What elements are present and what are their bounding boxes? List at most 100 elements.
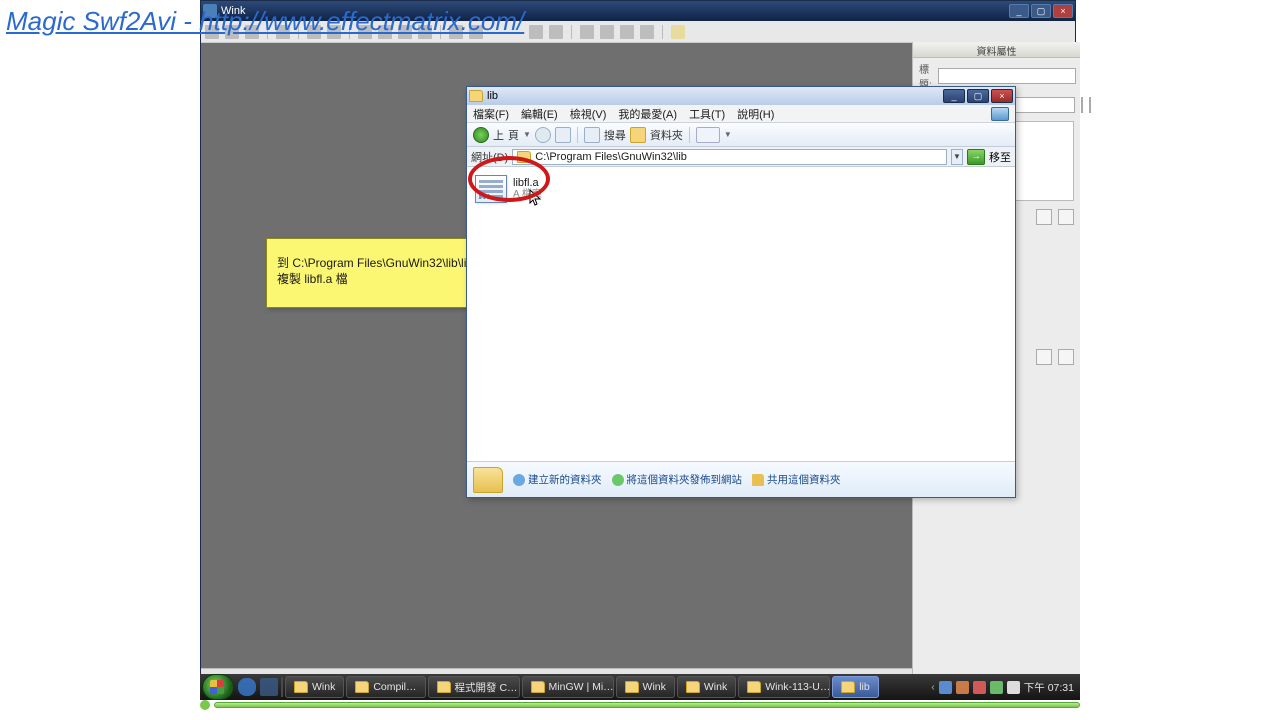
nav-up-button[interactable] (555, 127, 571, 143)
taskbar-item-label: Wink-113-U… (765, 681, 830, 693)
explorer-close-button[interactable]: × (991, 89, 1013, 103)
explorer-addressbar: 網址(D) C:\Program Files\GnuWin32\lib ▼ → … (467, 147, 1015, 167)
task-folder-icon (841, 681, 855, 693)
taskbar-item[interactable]: Wink (616, 676, 675, 698)
tray-icon-4[interactable] (990, 681, 1003, 694)
nav-folders-label: 資料夾 (650, 127, 683, 143)
address-label: 網址(D) (471, 149, 508, 165)
nav-back-button[interactable] (473, 127, 489, 143)
prop-tool-c-icon[interactable] (1036, 349, 1052, 365)
properties-header: 資料屬性 (913, 42, 1080, 58)
taskbar-item-label: Compil… (373, 681, 416, 693)
explorer-maximize-button[interactable]: ▢ (967, 89, 989, 103)
menu-view[interactable]: 檢視(V) (570, 106, 607, 122)
explorer-menubar: 檔案(F) 編輯(E) 檢視(V) 我的最愛(A) 工具(T) 說明(H) (467, 105, 1015, 123)
tasks-folder-icon (473, 467, 503, 493)
task-icon-2 (612, 474, 624, 486)
nav-back-label2: 頁 (508, 127, 519, 143)
prop-tool-b-icon[interactable] (1058, 209, 1074, 225)
taskbar-item[interactable]: Wink (677, 676, 736, 698)
tray-chevron-icon[interactable]: ‹ (931, 681, 935, 693)
task-folder-icon (437, 681, 451, 693)
folders-icon[interactable] (630, 127, 646, 143)
address-dropdown-button[interactable]: ▼ (951, 149, 963, 165)
wink-close-button[interactable]: × (1053, 4, 1073, 18)
task-share[interactable]: 共用這個資料夾 (752, 472, 841, 487)
tool-frame-icon[interactable] (580, 25, 594, 39)
taskbar-item-label: 程式開發 C… (455, 680, 518, 695)
explorer-title-text: lib (487, 90, 498, 102)
nav-forward-button[interactable] (535, 127, 551, 143)
quicklaunch-ie-icon[interactable] (238, 678, 256, 696)
tray-clock: 下午 07:31 (1024, 680, 1074, 695)
file-label: libfl.a A 檔案 (513, 177, 542, 201)
prop-btn-1-icon[interactable] (1081, 97, 1083, 113)
tool-arrow-icon[interactable] (640, 25, 654, 39)
wink-maximize-button[interactable]: ▢ (1031, 4, 1051, 18)
tool-next-icon[interactable] (549, 25, 563, 39)
menu-help[interactable]: 說明(H) (737, 106, 774, 122)
watermark-text: Magic Swf2Avi - http://www.effectmatrix.… (6, 6, 524, 37)
tray-icon-5[interactable] (1007, 681, 1020, 694)
address-field[interactable]: C:\Program Files\GnuWin32\lib (512, 149, 947, 165)
task-icon-1 (513, 474, 525, 486)
task-publish[interactable]: 將這個資料夾發佈到網站 (612, 472, 743, 487)
views-button[interactable] (696, 127, 720, 143)
tool-help-icon[interactable] (671, 25, 685, 39)
player-seekbar[interactable] (200, 700, 1080, 710)
taskbar-item[interactable]: Wink (285, 676, 344, 698)
search-icon[interactable] (584, 127, 600, 143)
start-button[interactable] (202, 674, 234, 700)
task-folder-icon (686, 681, 700, 693)
taskbar-item[interactable]: Compil… (346, 676, 425, 698)
task-folder-icon (531, 681, 545, 693)
address-folder-icon (517, 151, 531, 163)
system-tray: ‹ 下午 07:31 (925, 680, 1080, 695)
go-button[interactable]: → (967, 149, 985, 165)
file-icon (475, 175, 507, 203)
task-folder-icon (355, 681, 369, 693)
prop-tool-a-icon[interactable] (1036, 209, 1052, 225)
tool-text-icon[interactable] (600, 25, 614, 39)
explorer-titlebar[interactable]: lib _ ▢ × (467, 87, 1015, 105)
tray-icon-2[interactable] (956, 681, 969, 694)
menu-edit[interactable]: 編輯(E) (521, 106, 558, 122)
prop-title-input[interactable] (938, 68, 1076, 84)
file-item-libfl[interactable]: libfl.a A 檔案 (475, 175, 595, 203)
tray-icon-1[interactable] (939, 681, 952, 694)
quicklaunch-desktop-icon[interactable] (260, 678, 278, 696)
prop-tool-d-icon[interactable] (1058, 349, 1074, 365)
explorer-nav-toolbar: 上 頁 ▼ 搜尋 資料夾 ▼ (467, 123, 1015, 147)
task-folder-icon (294, 681, 308, 693)
taskbar-item-label: Wink (643, 681, 666, 693)
tray-icon-3[interactable] (973, 681, 986, 694)
taskbar-item[interactable]: 程式開發 C… (428, 676, 520, 698)
taskbar-item[interactable]: lib (832, 676, 879, 698)
windows-logo-icon (991, 107, 1009, 121)
explorer-tasks-pane: 建立新的資料夾 將這個資料夾發佈到網站 共用這個資料夾 (467, 461, 1015, 497)
explorer-minimize-button[interactable]: _ (943, 89, 965, 103)
task-icon-3 (752, 474, 764, 486)
seek-track[interactable] (214, 702, 1080, 708)
nav-search-label: 搜尋 (604, 127, 626, 143)
windows-taskbar: Wink Compil… 程式開發 C… MinGW | Mi… Wink Wink Win… (200, 674, 1080, 700)
tool-shape-icon[interactable] (620, 25, 634, 39)
menu-file[interactable]: 檔案(F) (473, 106, 509, 122)
tool-play-icon[interactable] (529, 25, 543, 39)
explorer-window: lib _ ▢ × 檔案(F) 編輯(E) 檢視(V) 我的最愛(A) 工具(T… (466, 86, 1016, 498)
explorer-file-area[interactable]: libfl.a A 檔案 (467, 167, 1015, 461)
prop-btn-2-icon[interactable] (1089, 97, 1091, 113)
nav-back-label: 上 (493, 127, 504, 143)
menu-tools[interactable]: 工具(T) (689, 106, 725, 122)
taskbar-item[interactable]: Wink-113-U… (738, 676, 830, 698)
task-folder-icon (747, 681, 761, 693)
menu-favorites[interactable]: 我的最愛(A) (618, 106, 677, 122)
taskbar-item-label: Wink (312, 681, 335, 693)
taskbar-item-label: Wink (704, 681, 727, 693)
play-button-icon[interactable] (200, 700, 210, 710)
taskbar-item[interactable]: MinGW | Mi… (522, 676, 614, 698)
wink-minimize-button[interactable]: _ (1009, 4, 1029, 18)
go-label: 移至 (989, 149, 1011, 165)
task-folder-icon (625, 681, 639, 693)
task-new-folder[interactable]: 建立新的資料夾 (513, 472, 602, 487)
